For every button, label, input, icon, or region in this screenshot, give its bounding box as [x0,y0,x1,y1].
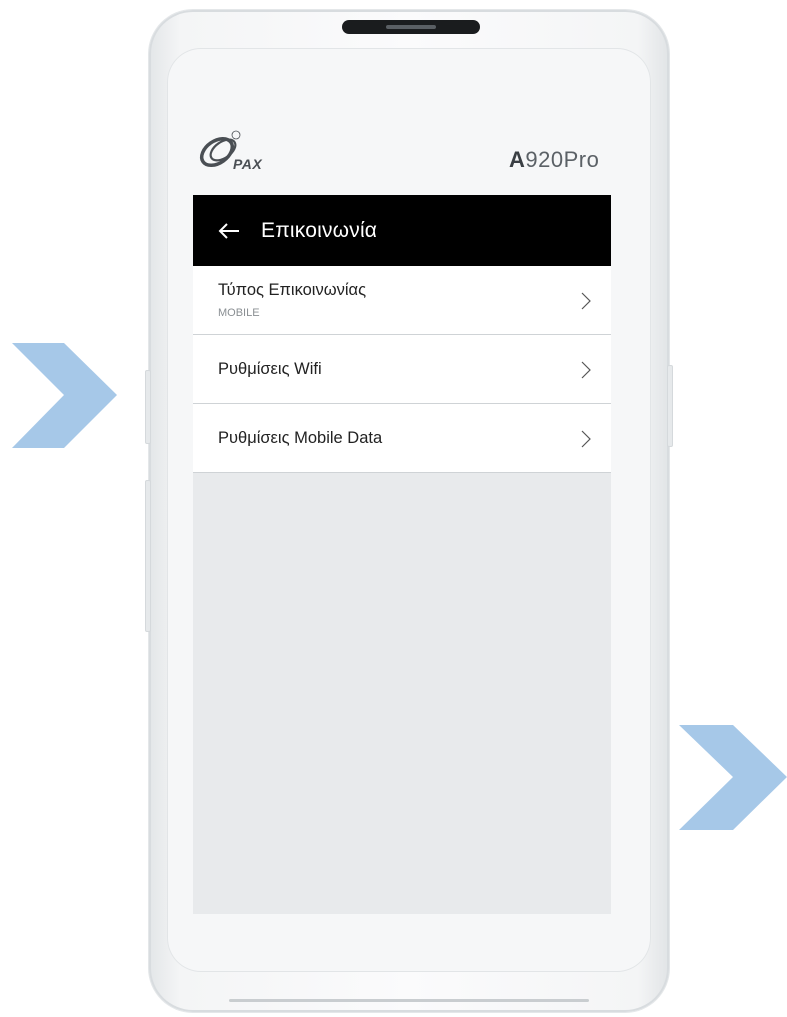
app-bar: Επικοινωνία [193,195,611,266]
menu-item-mobile-data-settings[interactable]: Ρυθμίσεις Mobile Data [193,404,611,473]
chevron-right-icon [581,292,591,310]
chevron-right-guide-icon [679,725,787,830]
side-button [667,365,673,447]
svg-text:PAX: PAX [233,156,263,172]
menu-item-value: MOBILE [218,307,260,319]
menu-item-communication-type[interactable]: Τύπος Επικοινωνίας MOBILE [193,266,611,335]
pax-logo: PAX [199,130,263,172]
page-title: Επικοινωνία [261,218,378,242]
menu-item-label: Τύπος Επικοινωνίας [218,281,367,299]
side-button [145,480,151,632]
menu-item-label: Ρυθμίσεις Mobile Data [218,429,383,447]
back-button[interactable] [203,195,255,266]
model-suffix: 920Pro [525,147,600,172]
screen: Επικοινωνία Τύπος Επικοινωνίας MOBILE Ρυ… [193,195,611,914]
speaker-grille [342,20,480,34]
menu-item-label: Ρυθμίσεις Wifi [218,360,322,378]
chevron-right-guide-icon [12,343,117,448]
device-bottom-edge [229,999,589,1002]
chevron-right-icon [581,430,591,448]
side-button [145,370,151,444]
device-model-label: A920Pro [509,147,599,173]
model-prefix: A [509,147,526,172]
chevron-right-icon [581,361,591,379]
menu-item-wifi-settings[interactable]: Ρυθμίσεις Wifi [193,335,611,404]
arrow-left-icon [218,222,239,239]
